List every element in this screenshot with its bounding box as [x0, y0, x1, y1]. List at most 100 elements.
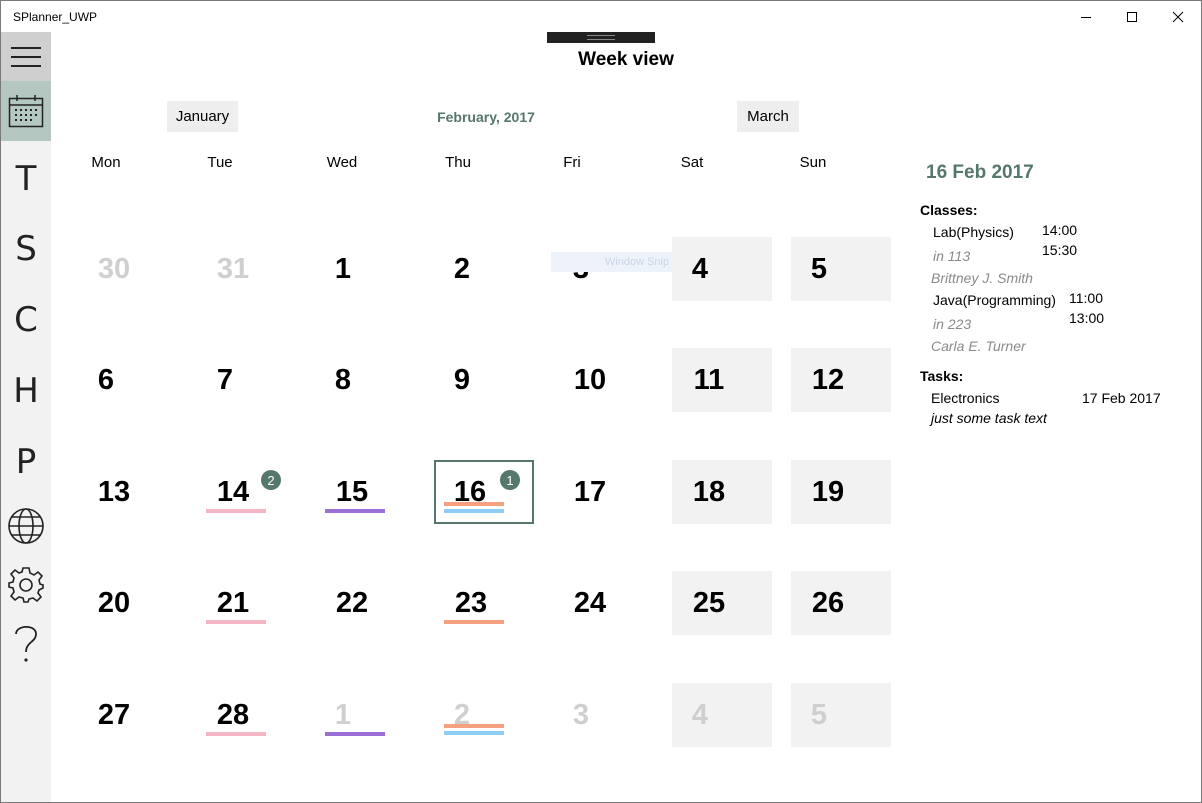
day-number: 6 — [97, 364, 115, 396]
nav-calendar[interactable] — [1, 81, 51, 141]
day-cell-feb11[interactable]: 11 — [672, 348, 772, 412]
day-cell-feb18[interactable]: 18 — [672, 460, 772, 524]
hamburger-icon — [11, 46, 41, 67]
day-cell-feb20[interactable]: 20 — [64, 571, 164, 635]
weekday-sun: Sun — [799, 154, 827, 171]
day-number: 1 — [334, 253, 352, 285]
app-window: SPlanner_UWP T S C H P Week view January… — [0, 0, 1202, 803]
event-bar-pink — [206, 620, 266, 624]
day-number: 21 — [216, 587, 250, 619]
title-bar[interactable]: SPlanner_UWP — [1, 1, 1201, 32]
day-number: 4 — [691, 253, 709, 285]
event-bar-orange — [444, 620, 504, 624]
day-cell-feb4[interactable]: 4 — [672, 237, 772, 301]
next-month-button[interactable]: March — [737, 101, 799, 132]
nav-timetable[interactable]: T — [1, 154, 51, 204]
nav-homework[interactable]: H — [1, 366, 51, 416]
day-cell-feb24[interactable]: 24 — [540, 571, 640, 635]
nav-settings[interactable] — [1, 560, 51, 610]
weekday-wed: Wed — [326, 154, 358, 171]
day-cell-feb28[interactable]: 28 — [183, 683, 283, 747]
class-start-time: 11:00 — [1069, 290, 1103, 306]
day-cell-feb22[interactable]: 22 — [302, 571, 402, 635]
task-text: just some task text — [931, 410, 1047, 426]
drag-handle[interactable] — [547, 32, 655, 43]
gear-icon — [8, 567, 44, 603]
day-cell-feb6[interactable]: 6 — [56, 348, 156, 412]
day-cell-jan30[interactable]: 30 — [64, 237, 164, 301]
maximize-icon — [1127, 11, 1137, 22]
class-room: in 113 — [933, 248, 971, 264]
event-bar-orange — [444, 502, 504, 506]
close-button[interactable] — [1155, 1, 1201, 32]
event-bar-purple — [325, 509, 385, 513]
nav-subjects[interactable]: S — [1, 224, 51, 274]
day-number: 4 — [691, 699, 709, 731]
day-cell-jan31[interactable]: 31 — [183, 237, 283, 301]
class-start-time: 14:00 — [1042, 222, 1078, 238]
day-cell-feb7[interactable]: 7 — [175, 348, 275, 412]
day-number: 5 — [810, 253, 828, 285]
day-cell-feb5[interactable]: 5 — [791, 237, 891, 301]
event-count-badge: 2 — [261, 470, 281, 490]
day-cell-feb27[interactable]: 27 — [64, 683, 164, 747]
day-cell-feb21[interactable]: 21 — [183, 571, 283, 635]
nav-letter-p: P — [15, 442, 37, 482]
day-number: 2 — [453, 253, 471, 285]
day-number: 25 — [692, 587, 726, 619]
day-cell-mar2[interactable]: 2 — [412, 683, 512, 747]
help-icon — [15, 625, 37, 662]
day-cell-feb16[interactable]: 16 1 — [434, 460, 534, 524]
class-name: Java(Programming) — [933, 292, 1056, 308]
minimize-button[interactable] — [1063, 1, 1109, 32]
day-cell-feb2[interactable]: 2 — [412, 237, 512, 301]
day-cell-feb19[interactable]: 19 — [791, 460, 891, 524]
event-count-badge: 1 — [500, 470, 520, 490]
day-number: 5 — [810, 699, 828, 731]
day-number: 26 — [811, 587, 845, 619]
day-cell-feb14[interactable]: 14 2 — [183, 460, 283, 524]
day-cell-feb23[interactable]: 23 — [421, 571, 521, 635]
day-number: 10 — [573, 364, 607, 396]
day-cell-feb17[interactable]: 17 — [540, 460, 640, 524]
nav-language[interactable] — [1, 501, 51, 551]
day-number: 28 — [216, 699, 250, 731]
day-cell-feb15[interactable]: 15 — [302, 460, 402, 524]
hamburger-menu-button[interactable] — [1, 32, 51, 81]
day-cell-feb9[interactable]: 9 — [412, 348, 512, 412]
day-cell-feb1[interactable]: 1 — [293, 237, 393, 301]
nav-help[interactable] — [1, 618, 51, 668]
selected-date-heading: 16 Feb 2017 — [926, 162, 1034, 183]
weekday-sat: Sat — [680, 154, 704, 171]
day-number: 20 — [97, 587, 131, 619]
day-cell-feb10[interactable]: 10 — [540, 348, 640, 412]
task-name: Electronics — [931, 390, 1000, 406]
day-cell-feb8[interactable]: 8 — [293, 348, 393, 412]
nav-people[interactable]: P — [1, 437, 51, 487]
event-bar-orange — [444, 724, 504, 728]
day-number: 13 — [97, 476, 131, 508]
nav-rail: T S C H P — [1, 32, 51, 802]
class-end-time: 13:00 — [1069, 310, 1105, 326]
prev-month-button[interactable]: January — [167, 101, 238, 132]
day-cell-feb26[interactable]: 26 — [791, 571, 891, 635]
day-cell-mar1[interactable]: 1 — [293, 683, 393, 747]
day-cell-feb12[interactable]: 12 — [791, 348, 891, 412]
page-title: Week view — [578, 49, 674, 70]
day-number: 12 — [811, 364, 845, 396]
task-due-date: 17 Feb 2017 — [1082, 390, 1161, 406]
day-cell-mar4[interactable]: 4 — [672, 683, 772, 747]
event-bar-blue — [444, 731, 504, 735]
day-number: 27 — [97, 699, 131, 731]
day-cell-mar5[interactable]: 5 — [791, 683, 891, 747]
day-number: 19 — [811, 476, 845, 508]
day-cell-mar3[interactable]: 3 — [531, 683, 631, 747]
maximize-button[interactable] — [1109, 1, 1155, 32]
class-name: Lab(Physics) — [933, 224, 1014, 240]
day-number: 17 — [573, 476, 607, 508]
nav-classes[interactable]: C — [1, 295, 51, 345]
class-teacher: Brittney J. Smith — [931, 270, 1033, 286]
day-cell-feb13[interactable]: 13 — [64, 460, 164, 524]
event-bar-pink — [206, 509, 266, 513]
day-cell-feb25[interactable]: 25 — [672, 571, 772, 635]
